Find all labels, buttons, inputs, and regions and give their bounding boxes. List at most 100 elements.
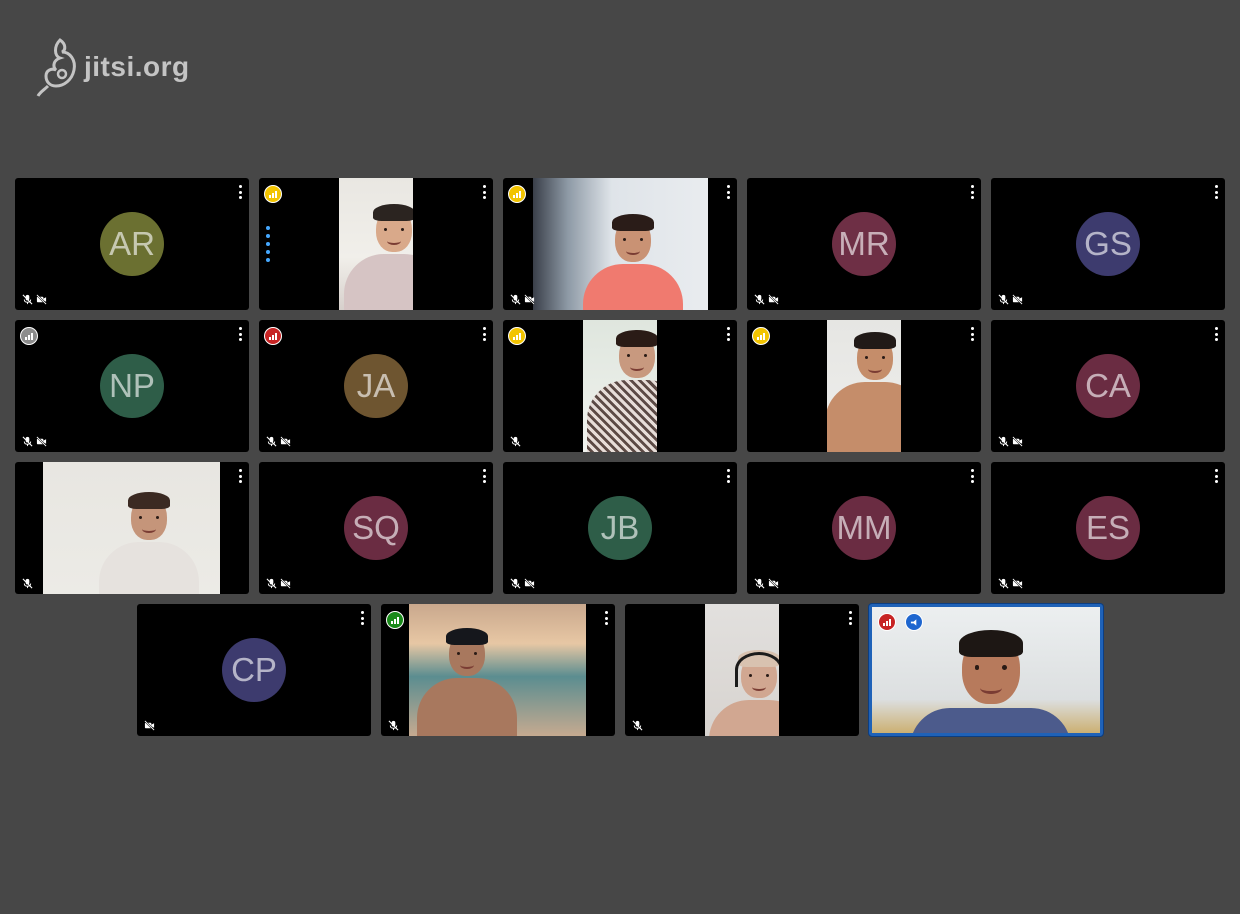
mic-muted-icon — [510, 578, 521, 589]
camera-off-icon — [1012, 436, 1023, 447]
person-hair — [612, 214, 654, 231]
participant-avatar: CA — [1076, 354, 1140, 418]
participant-tile[interactable]: CA — [991, 320, 1225, 452]
participant-menu-button[interactable] — [237, 185, 243, 199]
participant-menu-button[interactable] — [237, 469, 243, 483]
participant-tile[interactable]: AR — [15, 178, 249, 310]
participant-video — [583, 320, 657, 452]
dominant-speaker-icon — [905, 613, 923, 631]
status-indicators — [266, 436, 291, 447]
participant-grid: AR MR GS NP JA CA SQ JB MM ES CP — [0, 0, 1240, 914]
status-indicators — [510, 436, 521, 447]
participant-tile[interactable]: JA — [259, 320, 493, 452]
status-indicators — [22, 436, 47, 447]
connection-indicator-icon[interactable] — [264, 327, 282, 345]
participant-video — [533, 178, 708, 310]
participant-menu-button[interactable] — [725, 469, 731, 483]
participant-tile[interactable] — [15, 462, 249, 594]
mic-muted-icon — [632, 720, 643, 731]
participant-video — [409, 604, 586, 736]
participant-tile[interactable] — [503, 178, 737, 310]
participant-tile[interactable] — [869, 604, 1103, 736]
participant-avatar: GS — [1076, 212, 1140, 276]
participant-tile[interactable]: ES — [991, 462, 1225, 594]
participant-tile[interactable]: MR — [747, 178, 981, 310]
person-hair — [959, 629, 1023, 657]
mic-muted-icon — [510, 294, 521, 305]
camera-off-icon — [144, 720, 155, 731]
participant-tile[interactable]: NP — [15, 320, 249, 452]
connection-indicator-icon[interactable] — [386, 611, 404, 629]
participant-tile[interactable] — [503, 320, 737, 452]
person-body — [582, 264, 684, 310]
mic-muted-icon — [998, 578, 1009, 589]
participant-avatar: ES — [1076, 496, 1140, 560]
participant-video — [827, 320, 901, 452]
participant-tile[interactable]: MM — [747, 462, 981, 594]
participant-menu-button[interactable] — [481, 327, 487, 341]
participant-tile[interactable]: JB — [503, 462, 737, 594]
participant-tile[interactable] — [747, 320, 981, 452]
participant-menu-button[interactable] — [725, 185, 731, 199]
participant-menu-button[interactable] — [1213, 469, 1219, 483]
status-indicators — [144, 720, 155, 731]
participant-tile[interactable] — [259, 178, 493, 310]
participant-avatar: CP — [222, 638, 286, 702]
mic-muted-icon — [22, 294, 33, 305]
person-face — [974, 665, 1007, 694]
status-indicators — [998, 294, 1023, 305]
participant-menu-button[interactable] — [237, 327, 243, 341]
participant-menu-button[interactable] — [969, 327, 975, 341]
participant-tile[interactable] — [381, 604, 615, 736]
status-indicators — [998, 436, 1023, 447]
participant-menu-button[interactable] — [725, 327, 731, 341]
connection-indicator-icon[interactable] — [20, 327, 38, 345]
participant-menu-button[interactable] — [481, 185, 487, 199]
participant-menu-button[interactable] — [969, 469, 975, 483]
person-body — [910, 707, 1072, 733]
participant-tile[interactable]: CP — [137, 604, 371, 736]
mic-muted-icon — [266, 436, 277, 447]
participant-menu-button[interactable] — [969, 185, 975, 199]
status-indicators — [22, 578, 33, 589]
participant-avatar: SQ — [344, 496, 408, 560]
mic-muted-icon — [998, 436, 1009, 447]
camera-off-icon — [1012, 294, 1023, 305]
participant-tile[interactable]: SQ — [259, 462, 493, 594]
camera-off-icon — [36, 436, 47, 447]
participant-menu-button[interactable] — [1213, 327, 1219, 341]
person-face — [626, 353, 648, 372]
participant-menu-button[interactable] — [1213, 185, 1219, 199]
connection-indicator-icon[interactable] — [752, 327, 770, 345]
participant-menu-button[interactable] — [603, 611, 609, 625]
connection-indicator-icon[interactable] — [264, 185, 282, 203]
status-indicators — [632, 720, 643, 731]
participant-video — [43, 462, 220, 594]
connection-indicator-icon[interactable] — [508, 185, 526, 203]
participant-avatar: JA — [344, 354, 408, 418]
person-hair — [128, 492, 170, 509]
connection-indicator-icon[interactable] — [878, 613, 896, 631]
participant-tile[interactable] — [625, 604, 859, 736]
status-indicators — [388, 720, 399, 731]
participant-menu-button[interactable] — [847, 611, 853, 625]
person-body — [98, 542, 200, 594]
participant-avatar: JB — [588, 496, 652, 560]
person-body — [416, 678, 518, 736]
participant-tile[interactable]: GS — [991, 178, 1225, 310]
participant-menu-button[interactable] — [359, 611, 365, 625]
camera-off-icon — [1012, 578, 1023, 589]
camera-off-icon — [280, 436, 291, 447]
person-face — [138, 515, 160, 534]
person-body — [586, 380, 657, 452]
person-face — [864, 355, 886, 374]
connection-indicator-icon[interactable] — [508, 327, 526, 345]
camera-off-icon — [524, 578, 535, 589]
person-face — [383, 227, 405, 246]
participant-avatar: MR — [832, 212, 896, 276]
camera-off-icon — [280, 578, 291, 589]
camera-off-icon — [524, 294, 535, 305]
mic-muted-icon — [510, 436, 521, 447]
participant-menu-button[interactable] — [481, 469, 487, 483]
mic-muted-icon — [266, 578, 277, 589]
